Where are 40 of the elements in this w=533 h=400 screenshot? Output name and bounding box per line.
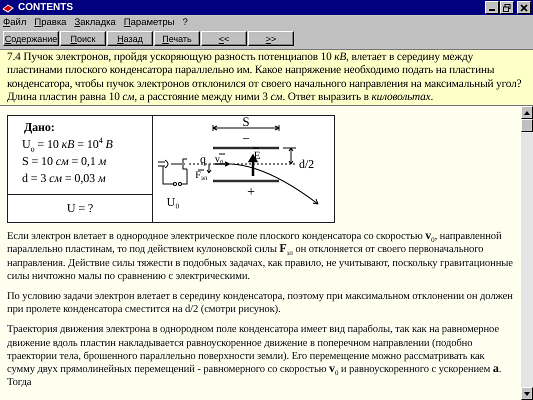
toolbar-button[interactable]: >> (248, 31, 294, 46)
menu-item[interactable]: Файл (3, 16, 26, 28)
toolbar-button[interactable]: Печать (154, 31, 200, 46)
unknown-quantity: U = ? (66, 200, 94, 218)
diagram-label: S (242, 116, 250, 130)
restore-icon (503, 4, 511, 12)
scroll-down-button[interactable] (521, 387, 533, 400)
close-button[interactable] (517, 1, 531, 14)
window-title: CONTENTS (18, 2, 74, 13)
menu-item[interactable]: ? (182, 16, 188, 28)
toolbar-button[interactable]: Поиск (60, 31, 106, 46)
problem-statement: 7.4 Пучок электронов, пройдя ускоряющую разность потенциапов 10 кВ, влетает в середину между пластинами плоского конденсатора параллельно им. Какое напряжение необходимо подать на пластины конденсатора, чтобы пучок электронов отклонился от своего начального направления на максимальный угол? Длина пластин равна 10 см, а расстояние между ними 3 см. Ответ выразить в киловольтах. (7, 51, 522, 104)
menu-item[interactable]: Правка (34, 16, 66, 28)
minimize-icon (489, 9, 495, 11)
diagram-label: d/2 (299, 157, 314, 172)
scroll-up-button[interactable] (521, 106, 533, 120)
down-arrow-icon (524, 392, 530, 396)
menu-item[interactable]: Параметры (124, 16, 174, 28)
restore-button[interactable] (500, 1, 514, 14)
given-title: Дано: (23, 119, 56, 136)
menu-item[interactable]: Закладка (74, 16, 116, 28)
diagram-label: q (200, 152, 206, 166)
toolbar-button[interactable]: Назад (107, 31, 153, 46)
body-paragraph: По условию задачи электрон влетает в середину конденсатора, поэтому при максимальном отклонении он должен при пролете конденсатора сместится на d/2 (смотри рисунок). (7, 290, 513, 316)
up-arrow-icon (524, 110, 530, 115)
diagram-label: U₀ (166, 195, 180, 210)
diagram-label: v₀ (214, 154, 224, 166)
toolbar-button[interactable]: Содержание (3, 31, 59, 46)
toolbar-button[interactable]: << (201, 31, 247, 46)
diagram-label: F (195, 170, 201, 182)
given-value: U$_{o}$ = 10 кВ = 10$^{4}$ В (22, 136, 114, 154)
minimize-button[interactable] (485, 1, 499, 14)
body-paragraph: Если электрон влетает в однородное электрическое поле плоского конденсатора со скоростью v$_{0}$, направленной параллельно пластинам, то под действием кулоновской силы F$_{эл}$ он отклоняется от своего первоначального направления. Действие силы тяжести в подобных задачах, как правило, не учитывают, поскольку гравитационные силы ничтожно малы по сравнению с электрическими. (7, 230, 513, 283)
given-value: S = 10 см = 0,1 м (22, 153, 108, 170)
close-icon (520, 4, 528, 12)
given-value: d = 3 см = 0,03 м (22, 170, 106, 188)
diagram-label: − (242, 131, 250, 146)
scroll-thumb[interactable] (521, 119, 533, 132)
diagram-label: + (247, 185, 255, 200)
body-paragraph: Траектория движения электрона в однородном поле конденсатора имеет вид параболы, так как на равномерное движение вдоль пластин накладывается равноускоренное движение в поперечном направлении (подобно траектории тела, брошенного параллельно поверхности земли). Его перемещение можно рассматривать как сумму двух прямолинейных перемещений - равномерного со скоростью v$_{0}$ и равноускоренного с ускорением a. Тогда (7, 323, 502, 390)
